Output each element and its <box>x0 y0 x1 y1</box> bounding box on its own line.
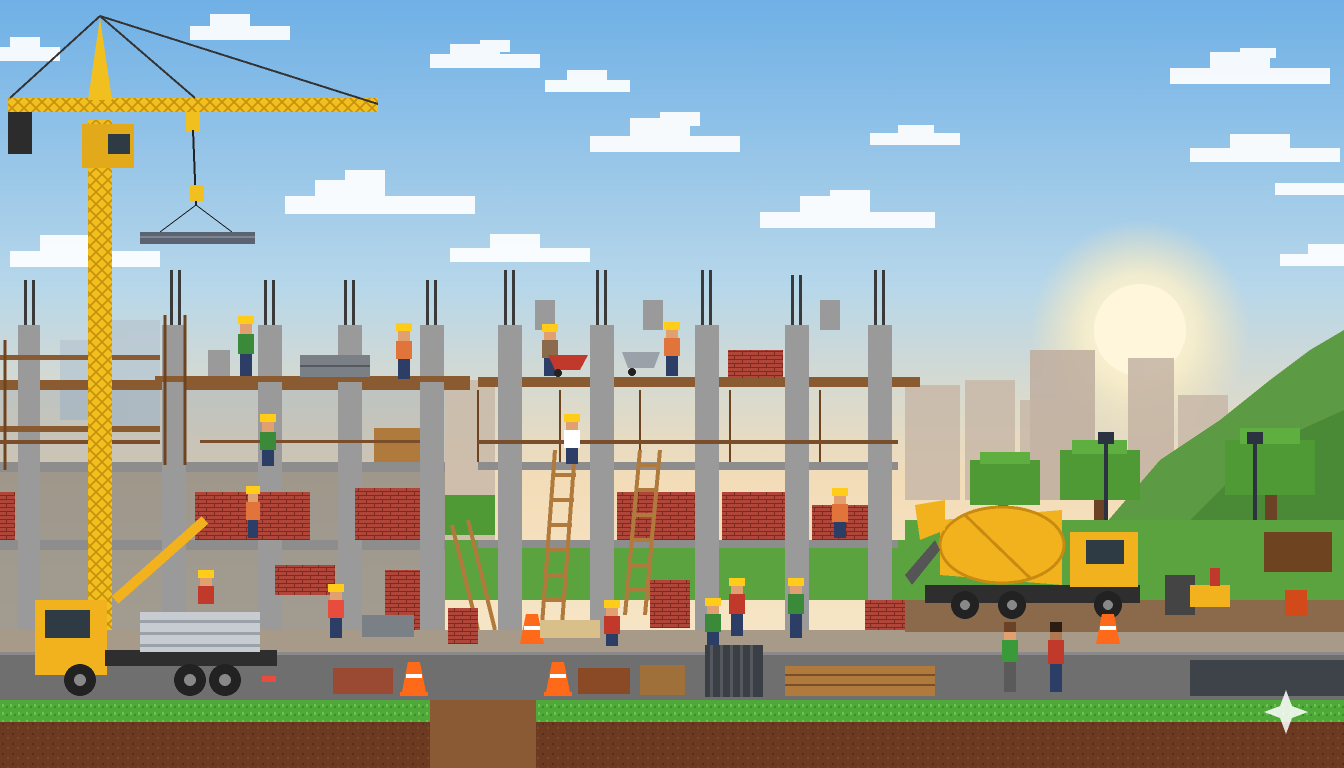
soil-layer <box>536 722 1344 768</box>
worker <box>396 323 412 379</box>
worker <box>832 488 848 538</box>
pedestrian <box>1002 622 1018 692</box>
grass-strip <box>0 700 430 722</box>
wood-crates <box>1264 532 1332 572</box>
block-pallet <box>1190 660 1344 696</box>
worker <box>246 486 260 538</box>
soil-layer <box>0 722 430 768</box>
pedestrian <box>1048 622 1064 692</box>
sand-pile <box>540 620 600 638</box>
log-pile <box>578 668 630 694</box>
worker <box>564 414 580 464</box>
worker <box>328 584 344 638</box>
crane-hook <box>190 185 204 201</box>
worker <box>664 322 680 376</box>
worker <box>260 414 276 466</box>
worker <box>604 600 620 646</box>
wood-pallet <box>640 665 685 695</box>
worker <box>238 316 254 376</box>
rebar-stack <box>705 645 763 697</box>
worker <box>705 598 721 646</box>
cloud <box>1275 183 1344 195</box>
grass-strip <box>536 700 1344 722</box>
cinder-blocks <box>362 615 414 637</box>
trench <box>430 700 536 768</box>
worker <box>729 578 745 636</box>
counterweight <box>8 112 32 154</box>
brick-stack <box>448 608 478 644</box>
worker <box>198 570 214 604</box>
brick-pile <box>333 668 393 694</box>
planter <box>1285 590 1307 616</box>
worker <box>788 578 804 638</box>
lumber-stack <box>785 666 935 696</box>
construction-site-scene <box>0 0 1344 768</box>
